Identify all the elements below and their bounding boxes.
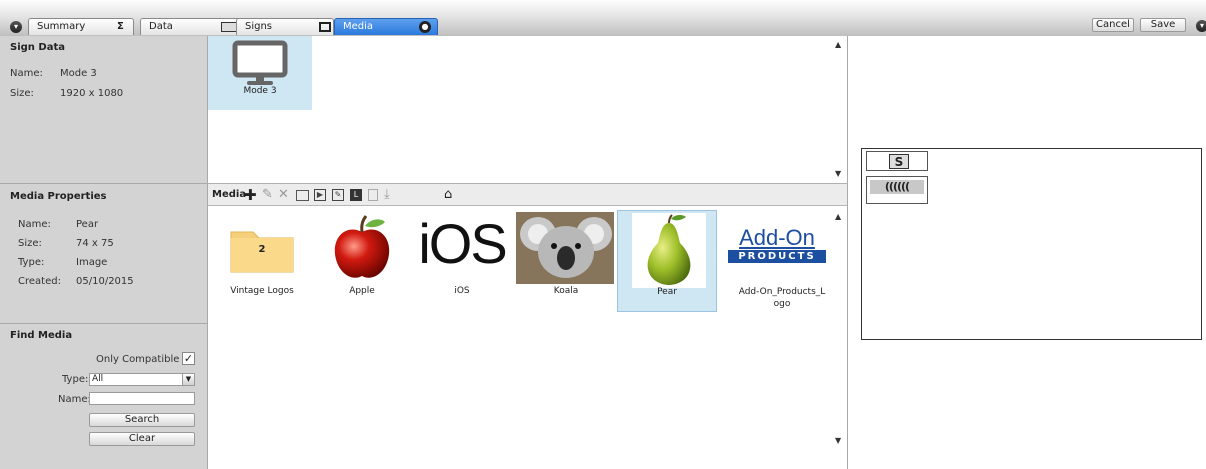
media-type-value: Image: [76, 257, 108, 268]
folder-icon[interactable]: [296, 190, 309, 201]
preview-panel: S ((((((: [847, 36, 1206, 469]
media-size-value: 74 x 75: [76, 238, 114, 249]
keyboard-icon: [221, 22, 237, 32]
media-item[interactable]: Koala: [516, 210, 616, 312]
folder-count: 2: [258, 244, 266, 255]
clear-button[interactable]: Clear: [89, 432, 195, 446]
media-item-label: Koala: [553, 286, 579, 296]
scroll-down-arrow-icon[interactable]: ▼: [835, 436, 841, 445]
home-icon[interactable]: ⌂: [444, 187, 452, 203]
media-thumb-icon: S: [889, 154, 909, 169]
tab-media[interactable]: Media ●: [334, 18, 438, 35]
media-item[interactable]: Pear: [617, 210, 717, 312]
save-button[interactable]: Save: [1140, 18, 1186, 32]
media-toolbar: Media ✚ ✎ ✕ ▶ ✎ L ⤓ ⌂: [207, 184, 847, 206]
trash-icon[interactable]: [368, 189, 378, 201]
left-panel: Sign Data Name: Mode 3 Size: 1920 x 1080…: [0, 36, 207, 469]
monitor-icon: [232, 40, 288, 85]
ios-logo-image: iOS: [418, 212, 507, 275]
media-item-label: iOS: [454, 286, 470, 296]
media-properties-section: Media Properties Name: Pear Size: 74 x 7…: [0, 184, 207, 324]
media-item-label: Vintage Logos: [230, 286, 294, 296]
tab-media-label: Media: [343, 21, 374, 32]
download-icon[interactable]: ⤓: [384, 187, 390, 203]
sigma-icon: Σ: [117, 21, 124, 32]
media-item-label: Apple: [349, 286, 375, 296]
search-button[interactable]: Search: [89, 413, 195, 427]
section-title: Sign Data: [10, 42, 65, 53]
pear-thumb-frame: [632, 213, 706, 288]
cancel-button[interactable]: Cancel: [1092, 18, 1134, 32]
media-item[interactable]: 2 Vintage Logos: [212, 210, 312, 312]
signs-list: Mode 3 ▲ ▼: [207, 36, 847, 184]
koala-image: [516, 212, 614, 284]
tab-summary[interactable]: Summary Σ: [28, 18, 134, 35]
menu-dropdown-icon[interactable]: ▾: [10, 21, 22, 33]
media-name-label: Name:: [18, 219, 51, 230]
tab-data[interactable]: Data: [140, 18, 246, 35]
name-input[interactable]: [89, 392, 195, 405]
monitor-icon: [319, 22, 331, 32]
add-on-logo-image: Add-On PRODUCTS: [728, 226, 826, 266]
sign-preview: S ((((((: [861, 148, 1202, 340]
media-created-value: 05/10/2015: [76, 276, 134, 287]
only-compatible-label: Only Compatible: [96, 354, 180, 365]
tab-signs-label: Signs: [245, 21, 273, 32]
only-compatible-checkbox[interactable]: ✓: [182, 352, 195, 365]
find-media-section: Find Media Only Compatible ✓ Type: All ▼…: [0, 324, 207, 469]
add-icon[interactable]: ✚: [244, 187, 257, 203]
logo-bottom-text: PRODUCTS: [728, 250, 826, 263]
logo-top-text: Add-On: [739, 225, 815, 250]
media-item[interactable]: Apple: [312, 210, 412, 312]
section-title: Find Media: [10, 330, 73, 341]
options-dropdown-icon[interactable]: ▾: [1196, 20, 1206, 32]
media-size-label: Size:: [18, 238, 42, 249]
pear-image: [647, 214, 691, 285]
media-item[interactable]: Add-On PRODUCTS Add-On_Products_Logo: [718, 210, 826, 312]
edit-image-icon[interactable]: ✎: [332, 189, 344, 201]
scroll-up-arrow-icon[interactable]: ▲: [835, 212, 841, 221]
type-label: Type:: [62, 374, 89, 385]
sign-item-label: Mode 3: [243, 86, 277, 96]
type-select-value: All: [92, 374, 104, 384]
sign-item[interactable]: Mode 3: [208, 36, 312, 110]
top-toolbar: ▾ Summary Σ Data Signs Media ● Cancel Sa…: [0, 0, 1206, 36]
sign-name-value: Mode 3: [60, 68, 97, 79]
type-select[interactable]: All ▼: [89, 373, 195, 386]
play-icon[interactable]: ▶: [314, 189, 326, 201]
preview-media-slot-2[interactable]: ((((((: [866, 176, 928, 204]
sign-data-section: Sign Data Name: Mode 3 Size: 1920 x 1080: [0, 36, 207, 184]
tab-signs[interactable]: Signs: [236, 18, 334, 35]
sign-size-value: 1920 x 1080: [60, 88, 124, 99]
section-title: Media Properties: [10, 191, 107, 202]
pencil-icon[interactable]: ✎: [262, 187, 273, 203]
name-label: Name:: [58, 394, 91, 405]
apple-image: [334, 215, 390, 278]
media-item[interactable]: iOS iOS: [412, 210, 512, 312]
chevron-down-icon: ▼: [182, 374, 194, 385]
media-grid: 2 Vintage Logos Apple iOS iOS Koala Pear…: [207, 206, 847, 469]
media-toolbar-label: Media: [212, 189, 247, 200]
sign-name-label: Name:: [10, 68, 43, 79]
scroll-up-arrow-icon[interactable]: ▲: [835, 40, 841, 49]
media-name-value: Pear: [76, 219, 99, 230]
media-item-label: Pear: [657, 287, 677, 297]
sign-size-label: Size:: [10, 88, 34, 99]
media-type-label: Type:: [18, 257, 45, 268]
delete-x-icon[interactable]: ✕: [278, 187, 289, 203]
globe-icon: ●: [419, 21, 431, 33]
media-item-label: Add-On_Products_Logo: [738, 287, 826, 309]
tab-data-label: Data: [149, 21, 173, 32]
media-thumb-icon: ((((((: [870, 180, 924, 194]
media-editor-window: ▾ Summary Σ Data Signs Media ● Cancel Sa…: [0, 0, 1206, 469]
preview-media-slot-1[interactable]: S: [866, 151, 928, 171]
layout-icon[interactable]: L: [350, 189, 362, 201]
media-created-label: Created:: [18, 276, 61, 287]
tab-summary-label: Summary: [37, 21, 86, 32]
scroll-down-arrow-icon[interactable]: ▼: [835, 169, 841, 178]
